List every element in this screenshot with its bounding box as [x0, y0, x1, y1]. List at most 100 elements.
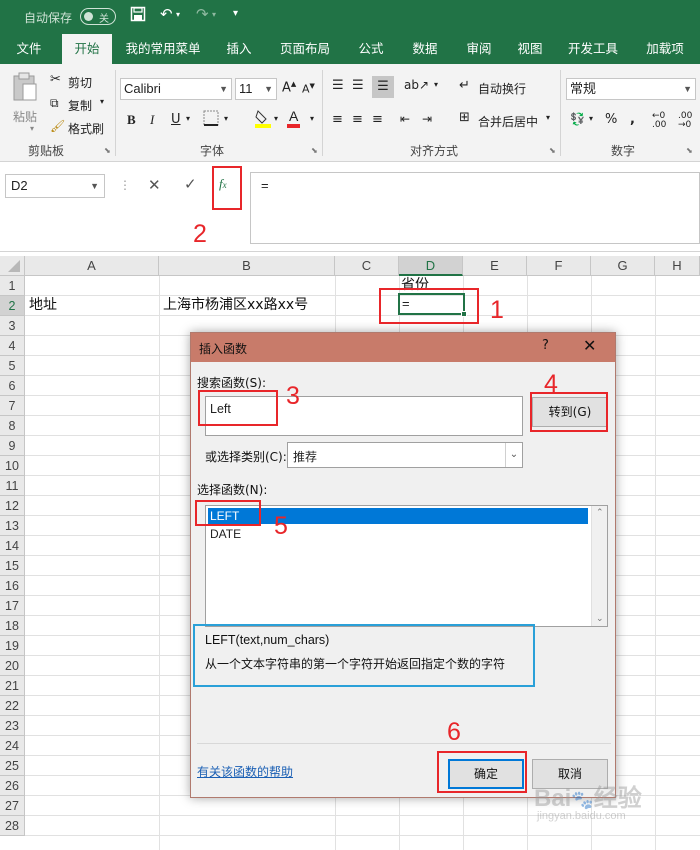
- underline-icon[interactable]: U: [171, 112, 181, 127]
- row-header[interactable]: 13: [0, 516, 25, 536]
- enter-icon[interactable]: ✓: [184, 175, 197, 193]
- decrease-indent-icon[interactable]: ⇤: [400, 112, 410, 126]
- column-header-c[interactable]: C: [335, 256, 399, 276]
- list-item-selected[interactable]: LEFT: [208, 508, 588, 524]
- row-header[interactable]: 24: [0, 736, 25, 756]
- close-icon[interactable]: ✕: [583, 336, 596, 355]
- undo-dropdown-icon[interactable]: ▾: [176, 10, 180, 19]
- column-header-b[interactable]: B: [159, 256, 335, 276]
- customize-qat-icon[interactable]: ▾: [233, 8, 238, 19]
- tab-file[interactable]: 文件: [4, 34, 54, 64]
- align-middle-icon[interactable]: ☰: [352, 78, 364, 93]
- row-header[interactable]: 25: [0, 756, 25, 776]
- row-header[interactable]: 3: [0, 316, 25, 336]
- name-box[interactable]: D2 ▼: [5, 174, 105, 198]
- number-format-select[interactable]: 常规 ▼: [566, 78, 696, 100]
- row-header[interactable]: 21: [0, 676, 25, 696]
- help-button[interactable]: ?: [542, 338, 549, 353]
- row-header[interactable]: 22: [0, 696, 25, 716]
- list-item[interactable]: DATE: [208, 526, 588, 542]
- tab-page-layout[interactable]: 页面布局: [272, 34, 338, 64]
- alignment-launcher-icon[interactable]: ⬊: [549, 146, 556, 155]
- category-select[interactable]: 推荐 ⌄: [287, 442, 523, 468]
- shrink-font-icon[interactable]: A▼: [302, 82, 315, 96]
- currency-dropdown-icon[interactable]: ▾: [589, 114, 593, 123]
- scroll-up-icon[interactable]: ⌃: [596, 508, 604, 518]
- row-header[interactable]: 2: [0, 296, 25, 316]
- merge-center-button[interactable]: 合并后居中: [478, 113, 538, 130]
- align-bottom-icon[interactable]: ☰: [372, 76, 394, 98]
- grow-font-icon[interactable]: A▲: [282, 80, 296, 95]
- tab-favorites[interactable]: 我的常用菜单: [120, 34, 206, 64]
- percent-icon[interactable]: %: [605, 112, 617, 127]
- undo-icon[interactable]: ↶: [160, 5, 173, 23]
- column-header-d[interactable]: D: [399, 256, 463, 276]
- clipboard-launcher-icon[interactable]: ⬊: [104, 146, 111, 155]
- tab-add-ins[interactable]: 加载项: [636, 34, 694, 64]
- underline-dropdown-icon[interactable]: ▾: [186, 114, 190, 123]
- tab-view[interactable]: 视图: [510, 34, 550, 64]
- font-launcher-icon[interactable]: ⬊: [311, 146, 318, 155]
- row-header[interactable]: 10: [0, 456, 25, 476]
- row-header[interactable]: 19: [0, 636, 25, 656]
- tab-home[interactable]: 开始: [62, 34, 112, 64]
- wrap-text-button[interactable]: 自动换行: [478, 80, 526, 97]
- row-header[interactable]: 16: [0, 576, 25, 596]
- row-header[interactable]: 6: [0, 376, 25, 396]
- column-header-e[interactable]: E: [463, 256, 527, 276]
- font-color-dropdown-icon[interactable]: ▾: [310, 114, 314, 123]
- row-header[interactable]: 17: [0, 596, 25, 616]
- currency-icon[interactable]: 💱: [570, 112, 585, 126]
- paste-button[interactable]: 粘贴: [13, 108, 37, 125]
- column-header-g[interactable]: G: [591, 256, 655, 276]
- row-header[interactable]: 4: [0, 336, 25, 356]
- orientation-icon[interactable]: ab↗: [404, 78, 429, 92]
- row-header[interactable]: 11: [0, 476, 25, 496]
- number-launcher-icon[interactable]: ⬊: [686, 146, 693, 155]
- row-header[interactable]: 14: [0, 536, 25, 556]
- font-color-icon[interactable]: A: [287, 108, 301, 128]
- align-center-icon[interactable]: ≡: [352, 112, 363, 127]
- font-size-select[interactable]: 11 ▼: [235, 78, 277, 100]
- paste-dropdown-icon[interactable]: ▾: [30, 124, 34, 133]
- tab-formulas[interactable]: 公式: [348, 34, 394, 64]
- comma-style-icon[interactable]: ,: [630, 112, 635, 127]
- align-left-icon[interactable]: ≡: [332, 112, 343, 127]
- align-right-icon[interactable]: ≡: [372, 112, 383, 127]
- formula-input[interactable]: =: [250, 172, 700, 244]
- format-painter-button[interactable]: 格式刷: [68, 120, 104, 137]
- row-header[interactable]: 18: [0, 616, 25, 636]
- column-header-a[interactable]: A: [25, 256, 159, 276]
- tab-data[interactable]: 数据: [402, 34, 448, 64]
- row-header[interactable]: 7: [0, 396, 25, 416]
- increase-indent-icon[interactable]: ⇥: [422, 112, 432, 126]
- tab-insert[interactable]: 插入: [216, 34, 262, 64]
- paste-icon[interactable]: [12, 72, 38, 105]
- scroll-down-icon[interactable]: ⌄: [596, 614, 604, 624]
- orientation-dropdown-icon[interactable]: ▾: [434, 80, 438, 89]
- row-header[interactable]: 1: [0, 276, 25, 296]
- dialog-title-bar[interactable]: 插入函数 ? ✕: [191, 333, 615, 362]
- row-header[interactable]: 27: [0, 796, 25, 816]
- copy-dropdown-icon[interactable]: ▾: [100, 97, 104, 106]
- function-list[interactable]: LEFT DATE ⌃ ⌄: [205, 505, 608, 627]
- fill-color-dropdown-icon[interactable]: ▾: [274, 114, 278, 123]
- merge-dropdown-icon[interactable]: ▾: [546, 113, 550, 122]
- cell-a2[interactable]: 地址: [29, 294, 57, 314]
- row-header[interactable]: 23: [0, 716, 25, 736]
- row-header[interactable]: 20: [0, 656, 25, 676]
- bold-icon[interactable]: B: [127, 112, 136, 128]
- row-header[interactable]: 26: [0, 776, 25, 796]
- font-name-select[interactable]: Calibri ▼: [120, 78, 232, 100]
- select-all-corner[interactable]: [0, 256, 25, 276]
- save-icon[interactable]: [130, 6, 146, 26]
- row-header[interactable]: 15: [0, 556, 25, 576]
- cancel-icon[interactable]: ✕: [148, 176, 161, 194]
- column-header-h[interactable]: H: [655, 256, 700, 276]
- cell-b2[interactable]: 上海市杨浦区xx路xx号: [163, 294, 308, 314]
- tab-review[interactable]: 审阅: [456, 34, 502, 64]
- increase-decimal-icon[interactable]: ←0.00: [652, 112, 666, 130]
- function-help-link[interactable]: 有关该函数的帮助: [197, 763, 293, 780]
- decrease-decimal-icon[interactable]: .00 →0: [678, 112, 692, 130]
- tab-developer[interactable]: 开发工具: [560, 34, 626, 64]
